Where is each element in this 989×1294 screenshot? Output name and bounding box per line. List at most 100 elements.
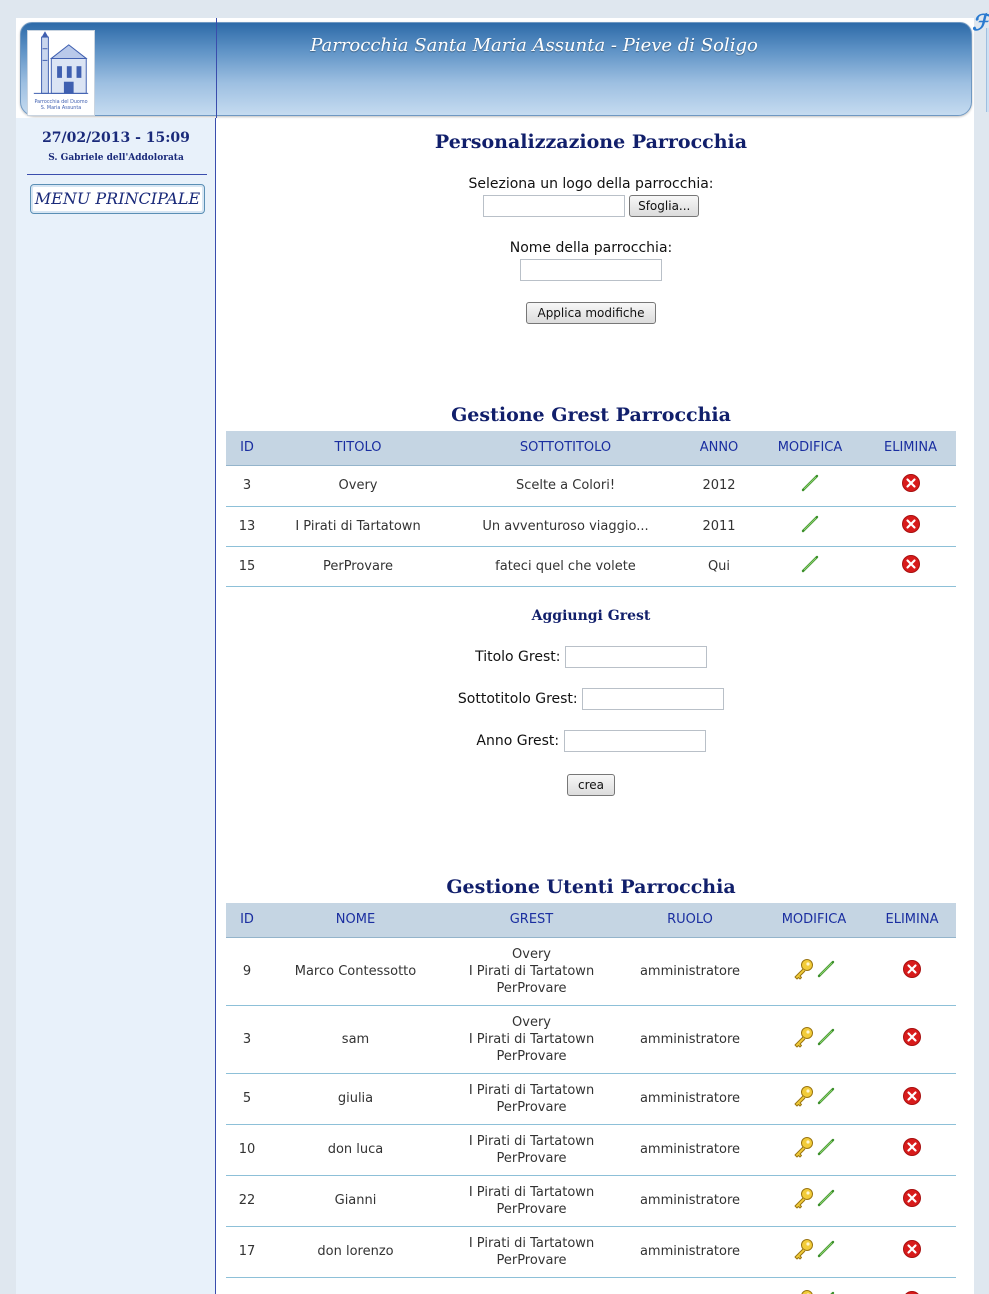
- col-modifica: MODIFICA: [755, 431, 865, 466]
- grest-edit-cell: [755, 465, 865, 507]
- key-icon[interactable]: [792, 1186, 816, 1215]
- user-nome-cell: giulia: [268, 1073, 443, 1125]
- apply-row: Applica modifiche: [226, 302, 956, 324]
- user-grest-item: Overy: [512, 1014, 551, 1030]
- main-menu-button[interactable]: MENU PRINCIPALE: [30, 184, 205, 214]
- user-edit-cell: [760, 1073, 868, 1125]
- pencil-icon[interactable]: [800, 514, 820, 539]
- user-grest-item: I Pirati di Tartatown: [468, 1133, 595, 1149]
- user-grest-cell: I Pirati di Tartatown PerProvare: [443, 1124, 620, 1176]
- col-ruolo: RUOLO: [620, 903, 760, 938]
- parish-name-row: [226, 259, 956, 281]
- grest-delete-cell: [865, 546, 956, 587]
- grest-row: 3 Overy Scelte a Colori! 2012: [226, 465, 956, 507]
- user-row: 9 Marco Contessotto Overy I Pirati di Tarta…: [226, 937, 956, 1006]
- page-wrapper: Parrocchia del Duomo S. Maria Assunta Pa…: [16, 18, 974, 1294]
- browse-button[interactable]: Sfoglia...: [629, 195, 700, 217]
- user-delete-cell: [868, 1277, 956, 1294]
- key-icon[interactable]: [792, 957, 816, 986]
- user-edit-cell: [760, 1226, 868, 1278]
- sidebar-top-divider: [216, 18, 217, 118]
- saint-of-day: S. Gabriele dell'Addolorata: [48, 153, 184, 163]
- apply-changes-button[interactable]: Applica modifiche: [526, 302, 656, 324]
- grest-table: ID TITOLO SOTTOTITOLO ANNO MODIFICA ELIM…: [226, 431, 956, 587]
- user-ruolo-cell: amministratore: [620, 1175, 760, 1227]
- user-row: 22 Gianni I Pirati di Tartatown PerProvare a…: [226, 1175, 956, 1227]
- grest-id-cell: 3: [226, 465, 268, 507]
- delete-x-icon[interactable]: [901, 473, 921, 498]
- titolo-grest-label: Titolo Grest:: [475, 649, 561, 665]
- users-table: ID NOME GREST RUOLO MODIFICA ELIMINA 9 Ma…: [226, 903, 956, 1294]
- delete-x-icon[interactable]: [902, 1086, 922, 1111]
- pencil-icon[interactable]: [816, 1239, 836, 1264]
- user-delete-cell: [868, 1175, 956, 1227]
- key-icon[interactable]: [792, 1237, 816, 1266]
- sidebar-divider: [27, 174, 207, 175]
- user-grest-item: I Pirati di Tartatown: [468, 963, 595, 979]
- parish-name-input[interactable]: [520, 259, 662, 281]
- col-id: ID: [226, 431, 268, 466]
- anno-grest-row: Anno Grest:: [226, 730, 956, 752]
- church-logo-image: Parrocchia del Duomo S. Maria Assunta: [33, 31, 89, 111]
- delete-x-icon[interactable]: [902, 1188, 922, 1213]
- grest-delete-cell: [865, 506, 956, 547]
- user-grest-cell: I Pirati di Tartatown PerProvare: [443, 1175, 620, 1227]
- anno-grest-input[interactable]: [563, 730, 706, 752]
- grest-delete-cell: [865, 465, 956, 507]
- pencil-icon[interactable]: [816, 1027, 836, 1052]
- key-icon[interactable]: [792, 1025, 816, 1054]
- user-grest-item: I Pirati di Tartatown: [468, 1031, 595, 1047]
- pencil-icon[interactable]: [816, 1188, 836, 1213]
- logo-file-input[interactable]: [482, 195, 625, 217]
- sottotitolo-grest-input[interactable]: [582, 688, 725, 710]
- user-nome-cell: don luca: [268, 1124, 443, 1176]
- pencil-icon[interactable]: [816, 1290, 836, 1294]
- grest-edit-cell: [755, 546, 865, 587]
- user-edit-cell: [760, 1277, 868, 1294]
- delete-x-icon[interactable]: [901, 514, 921, 539]
- grest-anno-cell: Qui: [683, 546, 755, 587]
- user-grest-cell: Overy I Pirati di Tartatown PerProvare: [443, 937, 620, 1006]
- grest-anno-cell: 2011: [683, 506, 755, 547]
- users-table-header: ID NOME GREST RUOLO MODIFICA ELIMINA: [226, 903, 956, 938]
- user-grest-cell: I Pirati di Tartatown PerProvare: [443, 1226, 620, 1278]
- delete-x-icon[interactable]: [901, 554, 921, 579]
- user-grest-item: PerProvare: [496, 980, 567, 996]
- user-edit-cell: [760, 1175, 868, 1227]
- user-edit-cell: [760, 1005, 868, 1074]
- delete-x-icon[interactable]: [902, 1027, 922, 1052]
- user-id-cell: 10: [226, 1124, 268, 1176]
- delete-x-icon[interactable]: [902, 1239, 922, 1264]
- user-delete-cell: [868, 1005, 956, 1074]
- user-ruolo-cell: amministratore: [620, 1226, 760, 1278]
- user-grest-item: Overy: [512, 946, 551, 962]
- pencil-icon[interactable]: [816, 959, 836, 984]
- col-nome: NOME: [268, 903, 443, 938]
- user-delete-cell: [868, 937, 956, 1006]
- delete-x-icon[interactable]: [902, 959, 922, 984]
- create-grest-button[interactable]: crea: [566, 774, 615, 796]
- col-anno: ANNO: [683, 431, 755, 466]
- key-icon[interactable]: [792, 1084, 816, 1113]
- user-nome-cell: sam: [268, 1005, 443, 1074]
- logo-upload-row: Sfoglia...: [226, 195, 956, 217]
- pencil-icon[interactable]: [816, 1137, 836, 1162]
- pencil-icon[interactable]: [800, 554, 820, 579]
- col-elimina: ELIMINA: [868, 903, 956, 938]
- delete-x-icon[interactable]: [902, 1137, 922, 1162]
- create-row: crea: [226, 774, 956, 796]
- key-icon[interactable]: [792, 1135, 816, 1164]
- corner-decoration: ℱ: [972, 10, 989, 112]
- logo-label: Seleziona un logo della parrocchia:: [468, 176, 714, 192]
- pencil-icon[interactable]: [800, 473, 820, 498]
- user-nome-cell: Marco Contessotto: [268, 937, 443, 1006]
- titolo-grest-input[interactable]: [564, 646, 707, 668]
- pencil-icon[interactable]: [816, 1086, 836, 1111]
- user-row: 5 giulia I Pirati di Tartatown PerProvare am…: [226, 1073, 956, 1125]
- user-nome-cell: [268, 1277, 443, 1294]
- user-grest-item: I Pirati di Tartatown: [468, 1184, 595, 1200]
- grest-edit-cell: [755, 506, 865, 547]
- key-icon[interactable]: [792, 1288, 816, 1294]
- user-row: 10 don luca I Pirati di Tartatown PerProvar…: [226, 1124, 956, 1176]
- delete-x-icon[interactable]: [902, 1290, 922, 1294]
